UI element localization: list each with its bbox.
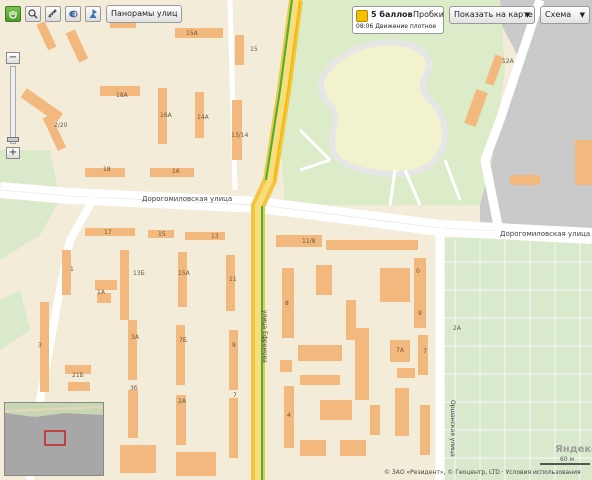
zoom-in-button[interactable]: + <box>6 147 20 159</box>
house-number: 1 <box>70 266 74 273</box>
layers-button[interactable] <box>65 6 81 22</box>
street-label: Оршанская улица <box>449 400 456 457</box>
house-number: 13Б <box>133 270 145 277</box>
scale-bar <box>540 463 590 465</box>
house-number: 11 <box>229 276 237 283</box>
house-number: 15 <box>250 46 258 53</box>
copyright-text[interactable]: © ЗАО «Резидент», © Геоцентр, LTD · Усло… <box>384 469 581 476</box>
map-type-dropdown[interactable]: Схема ▼ <box>540 6 590 24</box>
house-number: 0 <box>416 268 420 275</box>
map-canvas[interactable]: Дорогомиловская улица Дорогомиловская ул… <box>0 0 592 480</box>
house-number: 1А <box>97 289 105 296</box>
traffic-widget[interactable]: 5 баллов Пробки 08:06 Движение плотное <box>352 6 444 34</box>
panorama-button[interactable] <box>85 6 101 22</box>
house-number: 2А <box>453 325 461 332</box>
zoom-slider-handle[interactable] <box>7 137 19 142</box>
house-number: 7 <box>233 392 237 399</box>
hand-tool-button[interactable] <box>5 6 21 22</box>
house-number: 15А <box>186 30 198 37</box>
house-number: 15А <box>178 270 190 277</box>
traffic-light-icon <box>356 10 368 22</box>
show-on-map-label: Показать на карте <box>454 10 533 19</box>
house-number: 21Б <box>72 372 84 379</box>
street-panoramas-button[interactable]: Панорамы улиц <box>106 5 183 23</box>
house-number: 18 <box>103 166 111 173</box>
layers-icon <box>69 10 78 18</box>
zoom-slider-track[interactable] <box>7 66 19 144</box>
zoom-control: − + <box>6 52 20 160</box>
chevron-down-icon: ▼ <box>524 11 530 19</box>
house-number: 16А <box>160 112 172 119</box>
traffic-label: Пробки <box>413 10 444 19</box>
house-number: 13/14 <box>231 132 249 139</box>
house-number: 9 <box>418 310 422 317</box>
hand-icon <box>9 11 17 19</box>
house-number: 11/8 <box>302 238 316 245</box>
traffic-time: 08:06 Движение плотное <box>356 23 437 30</box>
house-number: 2/20 <box>54 122 68 129</box>
house-number: 7 <box>423 348 427 355</box>
minimap-view <box>5 403 103 475</box>
ruler-icon <box>48 9 57 18</box>
street-label: улица Ефремова <box>261 310 268 363</box>
house-number: 17 <box>104 229 112 236</box>
house-number: 7Б <box>179 337 187 344</box>
street-label: Дорогомиловская улица <box>500 230 591 238</box>
house-number: 4 <box>287 412 291 419</box>
house-number: 9 <box>232 342 236 349</box>
house-number: 18А <box>116 92 128 99</box>
house-number: 3А <box>131 334 139 341</box>
show-on-map-dropdown[interactable]: Показать на карте ▼ <box>449 6 535 24</box>
map-type-label: Схема <box>545 10 572 19</box>
house-number: 8 <box>285 300 289 307</box>
house-number: 7А <box>396 347 404 354</box>
magnifier-icon <box>28 9 38 19</box>
house-number: 14А <box>197 114 209 121</box>
scale-label: 60 м <box>560 456 575 463</box>
ruler-button[interactable] <box>45 6 61 22</box>
street-label: Дорогомиловская улица <box>142 195 233 203</box>
house-number: 12А <box>502 58 514 65</box>
house-number: 2А <box>178 398 186 405</box>
zoom-area-button[interactable] <box>25 6 41 22</box>
house-number: 13 <box>211 233 219 240</box>
yandex-logo: Яндекс <box>555 444 592 455</box>
traffic-score: 5 баллов <box>371 10 413 19</box>
zoom-out-button[interactable]: − <box>6 52 20 64</box>
house-number: 3б <box>130 385 138 392</box>
house-number: 16 <box>172 168 180 175</box>
panorama-icon <box>89 9 97 19</box>
house-number: 15 <box>158 231 166 238</box>
house-number: 3 <box>38 342 42 349</box>
minimap[interactable] <box>4 402 104 476</box>
chevron-down-icon: ▼ <box>579 11 585 19</box>
